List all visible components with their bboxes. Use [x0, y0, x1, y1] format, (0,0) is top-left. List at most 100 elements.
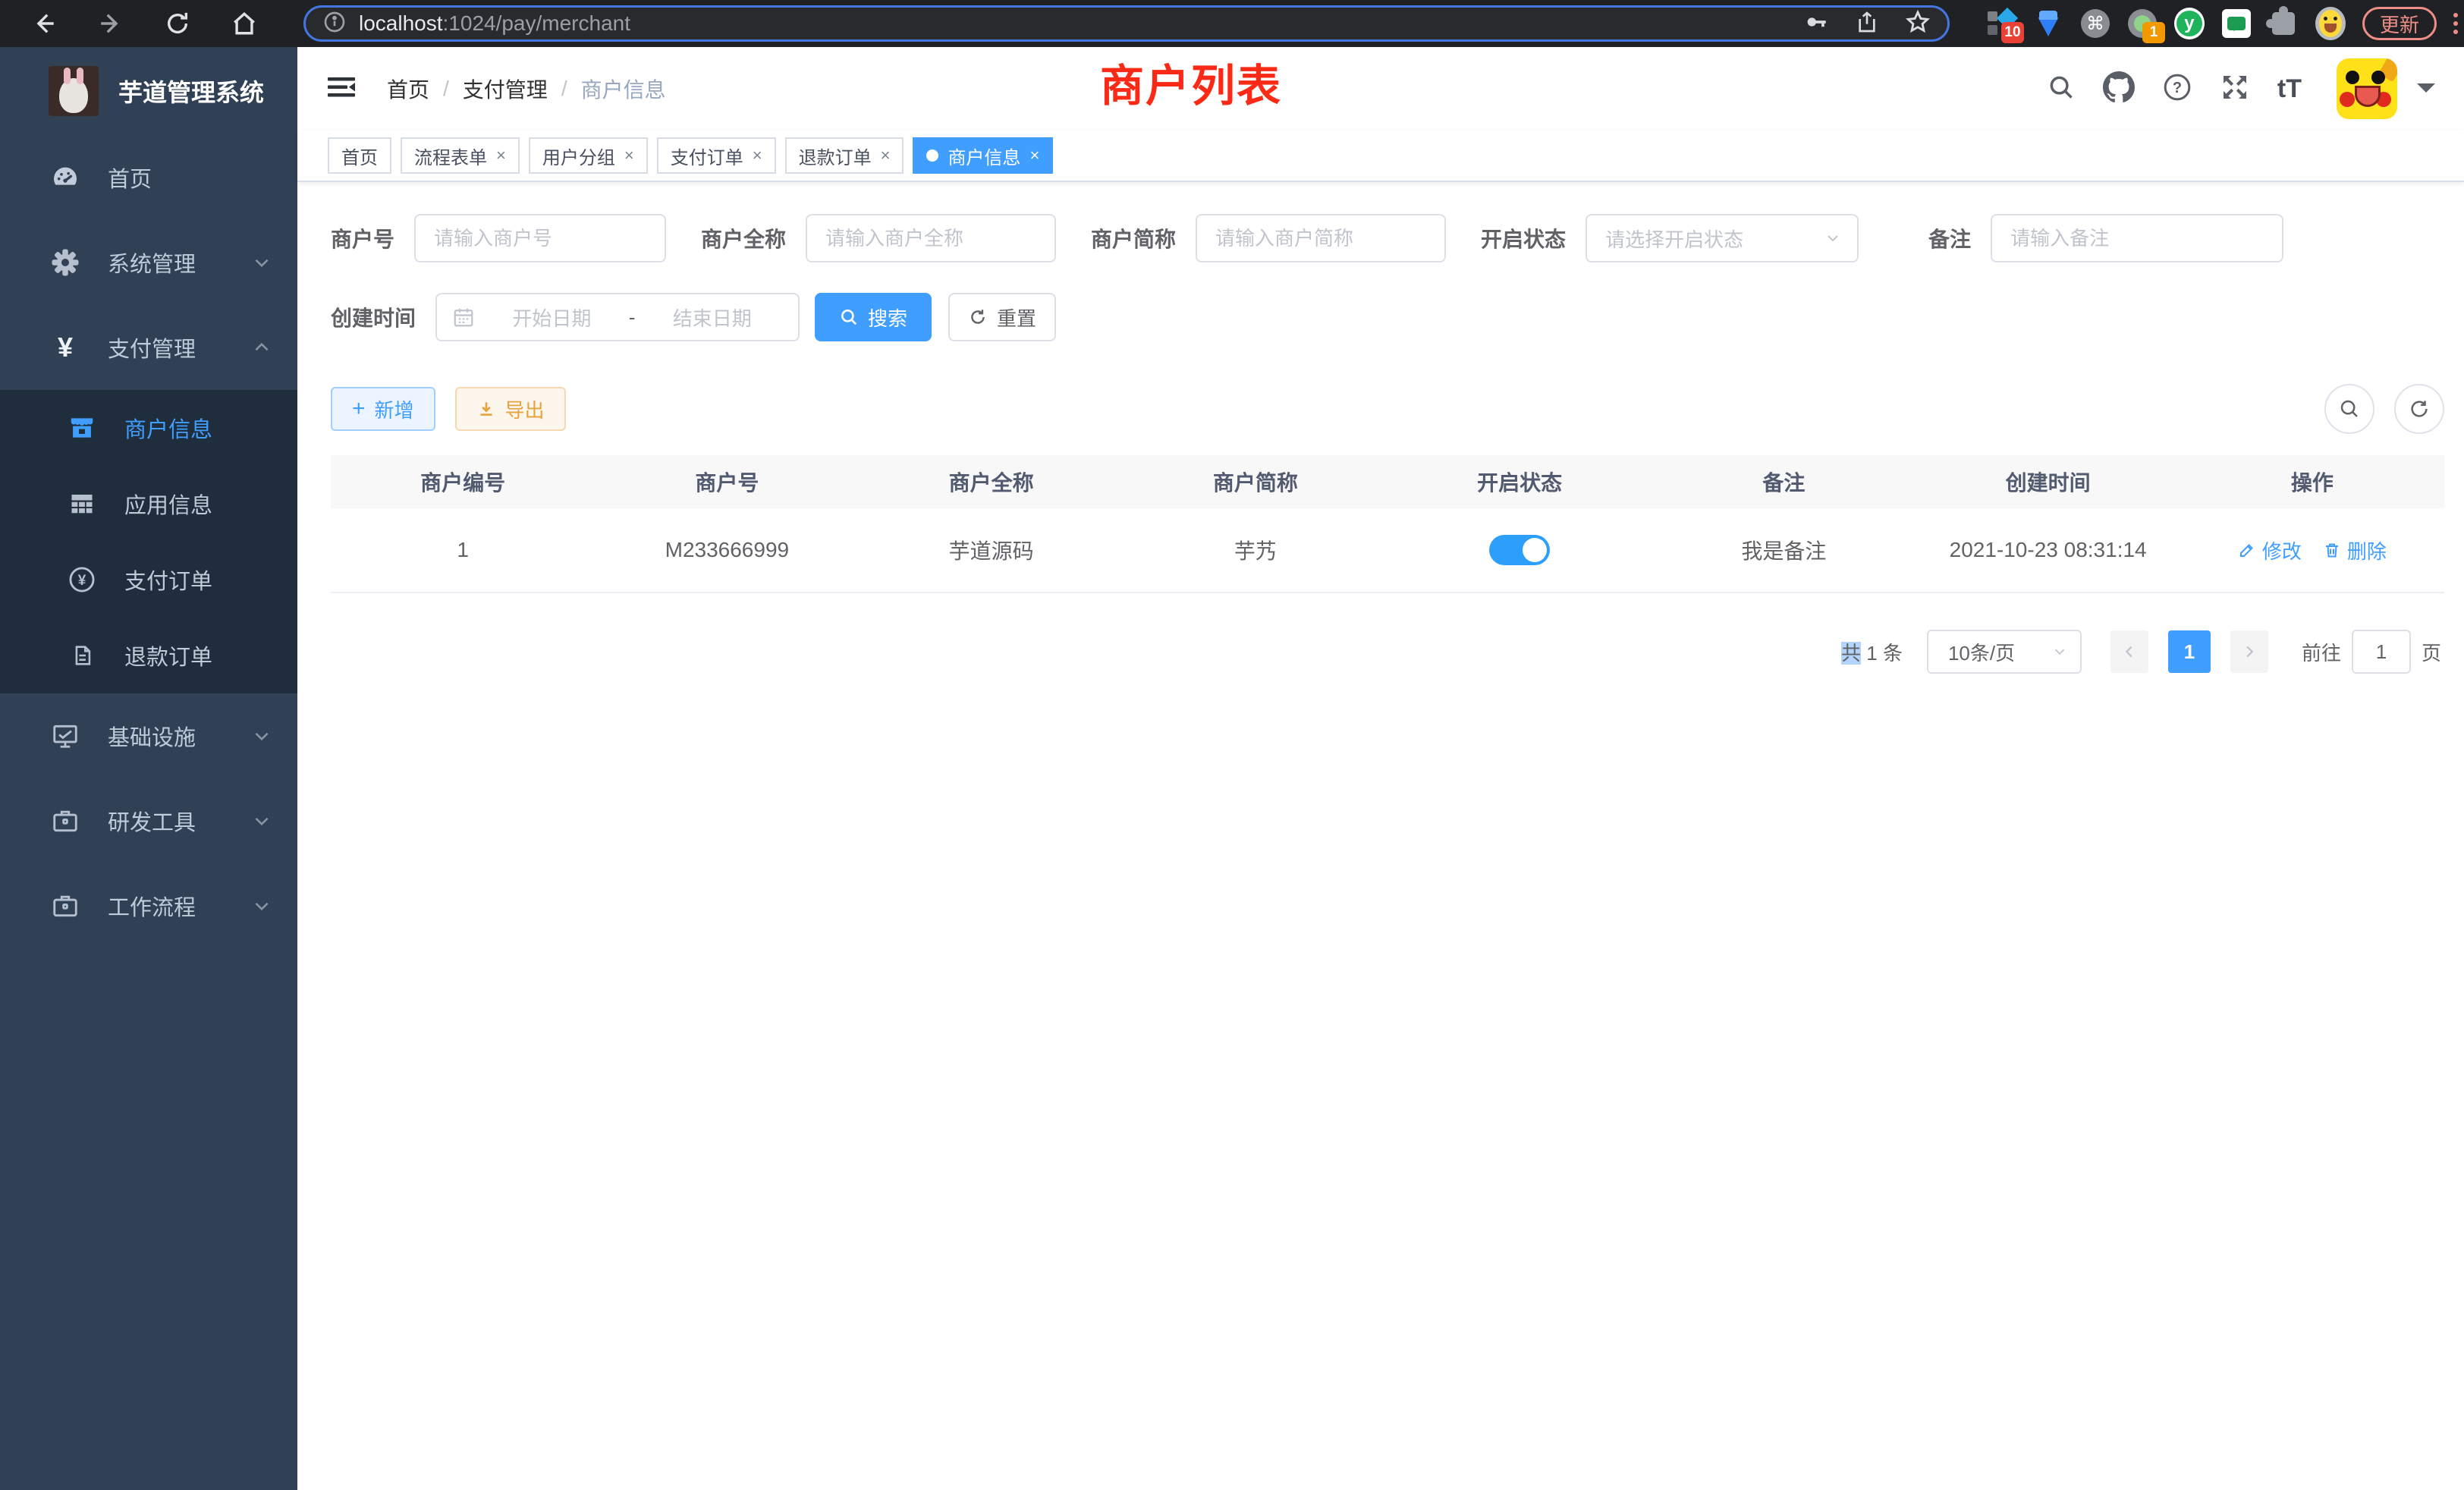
- cell-create-time: 2021-10-23 08:31:14: [1916, 508, 2180, 593]
- browser-forward-button[interactable]: [94, 7, 127, 40]
- red-annotation-title: 商户列表: [1100, 50, 1282, 114]
- chevron-down-icon: [252, 726, 272, 746]
- status-select[interactable]: 请选择开启状态: [1586, 214, 1859, 262]
- github-icon[interactable]: [2103, 71, 2135, 107]
- sidebar-item-infra[interactable]: 基础设施: [0, 693, 297, 778]
- prev-page-button[interactable]: [2110, 630, 2148, 673]
- sidebar-item-dev-tools[interactable]: 研发工具: [0, 778, 297, 863]
- document-icon: [65, 643, 99, 668]
- sidebar-item-system[interactable]: 系统管理: [0, 220, 297, 305]
- chevron-down-icon: [252, 253, 272, 272]
- sidebar-item-pay[interactable]: ¥ 支付管理: [0, 305, 297, 390]
- font-size-icon[interactable]: tT: [2277, 74, 2302, 104]
- delete-link[interactable]: 删除: [2323, 536, 2387, 564]
- search-icon: [839, 307, 859, 327]
- create-time-range-picker[interactable]: 开始日期 - 结束日期: [435, 293, 800, 341]
- tab-close-icon[interactable]: ×: [496, 146, 506, 165]
- tab-pay-order[interactable]: 支付订单 ×: [657, 137, 776, 174]
- tab-close-icon[interactable]: ×: [624, 146, 634, 165]
- reset-button[interactable]: 重置: [948, 293, 1056, 341]
- col-header-short-name: 商户简称: [1124, 455, 1388, 508]
- merchant-no-input[interactable]: [414, 214, 666, 262]
- app-title: 芋道管理系统: [118, 74, 264, 108]
- full-name-input[interactable]: [806, 214, 1056, 262]
- tab-close-icon[interactable]: ×: [881, 146, 891, 165]
- share-icon[interactable]: [1855, 10, 1879, 38]
- search-button[interactable]: 搜索: [815, 293, 932, 341]
- help-icon[interactable]: ?: [2162, 72, 2192, 106]
- table-row: 1 M233666999 芋道源码 芋艿 我是备注 2021-10-23 08:…: [331, 508, 2444, 593]
- export-button[interactable]: 导出: [455, 387, 566, 431]
- tab-home[interactable]: 首页: [328, 137, 391, 174]
- goto-page-input[interactable]: [2352, 630, 2411, 674]
- calendar-icon: [452, 306, 475, 328]
- site-info-icon[interactable]: [322, 10, 347, 38]
- date-separator: -: [629, 306, 636, 329]
- breadcrumb-pay[interactable]: 支付管理: [463, 74, 548, 104]
- tab-close-icon[interactable]: ×: [753, 146, 762, 165]
- bookmark-star-icon[interactable]: [1905, 9, 1931, 39]
- header-search-icon[interactable]: [2047, 73, 2076, 105]
- extension-camera-icon[interactable]: 1: [2127, 8, 2158, 39]
- tab-process-form[interactable]: 流程表单 ×: [401, 137, 520, 174]
- create-time-label: 创建时间: [331, 302, 416, 332]
- sidebar-item-label: 系统管理: [108, 247, 252, 278]
- sidebar-item-label: 首页: [108, 162, 272, 193]
- breadcrumb-home[interactable]: 首页: [387, 74, 429, 104]
- search-icon: [2338, 398, 2361, 420]
- browser-menu-icon[interactable]: [2453, 13, 2458, 34]
- browser-back-button[interactable]: [27, 7, 61, 40]
- app-logo-image: [49, 66, 99, 116]
- browser-home-button[interactable]: [228, 7, 261, 40]
- full-name-label: 商户全称: [701, 223, 786, 253]
- refresh-table-button[interactable]: [2394, 384, 2444, 434]
- page-number-current[interactable]: 1: [2168, 630, 2211, 673]
- trash-icon: [2323, 541, 2341, 559]
- address-bar[interactable]: localhost:1024/pay/merchant: [303, 5, 1950, 42]
- extension-tasks-icon[interactable]: 10: [1986, 8, 2016, 39]
- extension-y-icon[interactable]: y: [2174, 8, 2205, 39]
- add-button[interactable]: + 新增: [331, 387, 435, 431]
- sidebar-item-app-info[interactable]: 应用信息: [0, 466, 297, 542]
- remark-input[interactable]: [1991, 214, 2283, 262]
- short-name-label: 商户简称: [1091, 223, 1176, 253]
- browser-update-button[interactable]: 更新: [2362, 7, 2437, 40]
- sidebar-item-pay-order[interactable]: ¥ 支付订单: [0, 542, 297, 618]
- sidebar-item-merchant-info[interactable]: 商户信息: [0, 390, 297, 466]
- next-page-button[interactable]: [2230, 630, 2268, 673]
- fullscreen-icon[interactable]: [2220, 72, 2250, 106]
- tab-close-icon[interactable]: ×: [1029, 146, 1039, 165]
- extension-gem-icon[interactable]: [2033, 8, 2063, 39]
- short-name-input[interactable]: [1196, 214, 1446, 262]
- sidebar-item-workflow[interactable]: 工作流程: [0, 863, 297, 948]
- sidebar-item-refund-order[interactable]: 退款订单: [0, 618, 297, 693]
- tab-refund-order[interactable]: 退款订单 ×: [785, 137, 904, 174]
- status-toggle-on[interactable]: [1489, 535, 1550, 565]
- extensions-puzzle-icon[interactable]: [2268, 8, 2299, 39]
- grid-table-icon: [65, 490, 99, 517]
- edit-link[interactable]: 修改: [2238, 536, 2302, 564]
- page-size-select[interactable]: 10条/页: [1927, 630, 2082, 674]
- app-logo-row[interactable]: 芋道管理系统: [0, 47, 297, 135]
- hamburger-icon[interactable]: [326, 74, 357, 105]
- extension-chat-icon[interactable]: [2221, 8, 2252, 39]
- password-key-icon[interactable]: [1803, 9, 1829, 39]
- table-header-row: 商户编号 商户号 商户全称 商户简称 开启状态 备注 创建时间 操作: [331, 455, 2444, 508]
- tab-user-group[interactable]: 用户分组 ×: [529, 137, 648, 174]
- main-content: 商户列表 首页 / 支付管理 / 商户信息 ?: [297, 47, 2464, 1490]
- toggle-search-button[interactable]: [2324, 384, 2374, 434]
- chevron-right-icon: [2241, 643, 2258, 660]
- page-header: 首页 / 支付管理 / 商户信息 ? tT: [297, 47, 2464, 130]
- browser-profile-avatar[interactable]: [2315, 8, 2346, 39]
- user-avatar[interactable]: [2337, 58, 2397, 119]
- tab-merchant-info-active[interactable]: 商户信息 ×: [913, 137, 1053, 174]
- cell-merchant-no: M233666999: [595, 508, 859, 593]
- browser-reload-button[interactable]: [161, 7, 194, 40]
- sidebar-item-label: 工作流程: [108, 890, 252, 922]
- goto-label: 前往: [2302, 638, 2341, 666]
- extension-command-icon[interactable]: ⌘: [2080, 8, 2110, 39]
- active-tab-dot: [926, 149, 938, 162]
- refresh-icon: [2408, 398, 2431, 420]
- avatar-dropdown-caret[interactable]: [2417, 83, 2435, 102]
- sidebar-item-home[interactable]: 首页: [0, 135, 297, 220]
